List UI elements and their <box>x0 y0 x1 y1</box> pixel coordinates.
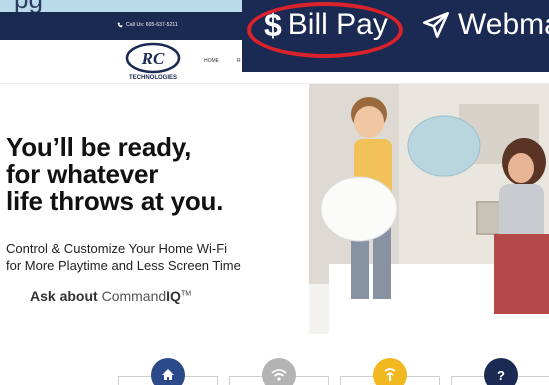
phone-icon <box>117 22 123 28</box>
webmail-label: Webma <box>458 8 549 41</box>
home-icon[interactable] <box>151 358 185 385</box>
logo-mark: RC <box>141 49 165 68</box>
hero-headline: You’ll be ready, for whatever life throw… <box>6 134 223 215</box>
logo-name: TECHNOLOGIES <box>129 75 177 81</box>
hero-subheadline: Control & Customize Your Home Wi-Fi for … <box>6 240 241 274</box>
paper-plane-icon <box>423 12 449 38</box>
highlight-circle <box>247 2 403 58</box>
product-name-b: IQ <box>166 288 181 304</box>
question-icon[interactable]: ? <box>484 358 518 385</box>
top-banner-strip: pg <box>0 0 242 12</box>
nav-home-link[interactable]: HOME <box>204 58 219 64</box>
pillow-fight-illustration <box>309 84 549 334</box>
wifi-icon[interactable] <box>262 358 296 385</box>
trademark: TM <box>180 290 192 298</box>
rc-technologies-logo[interactable]: RC TECHNOLOGIES <box>117 42 189 82</box>
hero-text-block: You’ll be ready, for whatever life throw… <box>0 84 309 334</box>
subline-1: Control & Customize Your Home Wi-Fi <box>6 241 228 256</box>
ask-prefix: Ask about <box>30 288 98 304</box>
product-name-a: Command <box>101 288 167 304</box>
ask-about-commandiq[interactable]: Ask about CommandIQTM <box>30 288 191 304</box>
subline-2: for More Playtime and Less Screen Time <box>6 258 241 273</box>
nav-partial-link[interactable]: R <box>237 58 241 64</box>
feature-cards-row: ? <box>0 334 549 385</box>
headline-line-2: for whatever <box>6 159 159 189</box>
hero-photo-pillow-fight <box>309 84 549 334</box>
zoomed-header-links: $ Bill Pay Webma <box>242 0 549 72</box>
call-bar: Call Us: 605-637-5211 <box>0 12 242 40</box>
headline-line-3: life throws at you. <box>6 186 224 216</box>
call-us-text[interactable]: Call Us: 605-637-5211 <box>126 22 178 28</box>
banner-partial-text: pg <box>14 0 43 12</box>
webmail-link[interactable]: Webma <box>422 5 549 45</box>
signal-icon[interactable] <box>373 358 407 385</box>
headline-line-1: You’ll be ready, <box>6 132 192 162</box>
